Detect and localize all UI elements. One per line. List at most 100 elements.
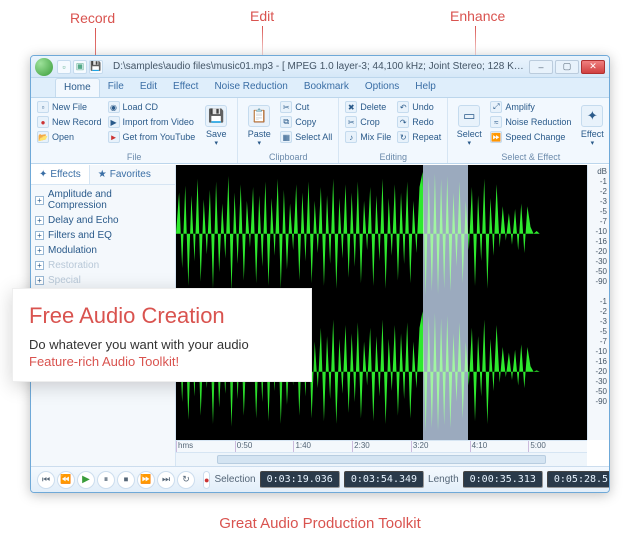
- folder-icon: 📂: [37, 131, 49, 143]
- expand-icon[interactable]: +: [35, 246, 44, 255]
- selection-label: Selection: [214, 474, 255, 485]
- paste-button[interactable]: 📋Paste▾: [242, 100, 276, 152]
- qat-save-icon[interactable]: 💾: [89, 60, 103, 74]
- expand-icon[interactable]: +: [35, 216, 44, 225]
- sidebar-tab-effects[interactable]: ✦Effects: [31, 165, 90, 184]
- delete-icon: ✖: [345, 101, 357, 113]
- copy-button[interactable]: ⧉Copy: [278, 115, 334, 129]
- tab-effect[interactable]: Effect: [165, 78, 206, 97]
- maximize-button[interactable]: ▢: [555, 60, 579, 74]
- status-bar: ⏮ ⏪ ▶ ⏸ ⏹ ⏩ ⏭ ↻ ● Selection 0:03:19.036 …: [31, 466, 609, 492]
- titlebar: ▫ ▣ 💾 D:\samples\audio files\music01.mp3…: [31, 56, 609, 78]
- tab-noise-reduction[interactable]: Noise Reduction: [206, 78, 295, 97]
- tree-item[interactable]: +Amplitude and Compression: [31, 187, 175, 213]
- forward-button[interactable]: ⏩: [137, 471, 155, 489]
- tab-bookmark[interactable]: Bookmark: [296, 78, 357, 97]
- scrollbar-thumb[interactable]: [217, 455, 546, 464]
- expand-icon[interactable]: +: [35, 276, 44, 285]
- minimize-button[interactable]: –: [529, 60, 553, 74]
- new-file-button[interactable]: ▫New File: [35, 100, 104, 114]
- tab-home[interactable]: Home: [55, 78, 100, 97]
- cut-button[interactable]: ✂Cut: [278, 100, 334, 114]
- amplify-icon: ⤢: [490, 101, 502, 113]
- selection-start: 0:03:19.036: [260, 471, 340, 488]
- qat-new-icon[interactable]: ▫: [57, 60, 71, 74]
- amplify-button[interactable]: ⤢Amplify: [488, 100, 573, 114]
- ribbon-tabs: Home File Edit Effect Noise Reduction Bo…: [31, 78, 609, 98]
- open-button[interactable]: 📂Open: [35, 130, 104, 144]
- effect-icon: ✦: [581, 105, 603, 127]
- app-orb-icon[interactable]: [35, 58, 53, 76]
- speed-change-button[interactable]: ⏩Speed Change: [488, 130, 573, 144]
- redo-button[interactable]: ↷Redo: [395, 115, 443, 129]
- select-icon: ▭: [458, 105, 480, 127]
- mix-file-button[interactable]: ♪Mix File: [343, 130, 393, 144]
- select-all-button[interactable]: ▦Select All: [278, 130, 334, 144]
- qat-open-icon[interactable]: ▣: [73, 60, 87, 74]
- effect-button[interactable]: ✦Effect▾: [575, 100, 609, 152]
- callout-line2: Feature-rich Audio Toolkit!: [29, 354, 295, 369]
- cut-icon: ✂: [280, 101, 292, 113]
- stop-button[interactable]: ⏹: [117, 471, 135, 489]
- speed-icon: ⏩: [490, 131, 502, 143]
- new-record-button[interactable]: ●New Record: [35, 115, 104, 129]
- ribbon: ▫New File ●New Record 📂Open ◉Load CD ▶Im…: [31, 98, 609, 164]
- ribbon-group-clipboard: 📋Paste▾ ✂Cut ⧉Copy ▦Select All Clipboard: [238, 98, 339, 163]
- tree-item[interactable]: +Delay and Echo: [31, 213, 175, 228]
- load-cd-button[interactable]: ◉Load CD: [106, 100, 198, 114]
- tree-item[interactable]: +Filters and EQ: [31, 228, 175, 243]
- anno-edit: Edit: [250, 8, 274, 24]
- callout-title: Free Audio Creation: [29, 303, 295, 329]
- tab-file[interactable]: File: [100, 78, 132, 97]
- noise-icon: ≈: [490, 116, 502, 128]
- file-icon: ▫: [37, 101, 49, 113]
- noise-reduction-button[interactable]: ≈Noise Reduction: [488, 115, 573, 129]
- length-value-1: 0:00:35.313: [463, 471, 543, 488]
- promo-callout: Free Audio Creation Do whatever you want…: [12, 288, 312, 382]
- loop-button[interactable]: ↻: [177, 471, 195, 489]
- save-icon: 💾: [205, 105, 227, 127]
- time-ruler[interactable]: hms0:501:402:303:204:105:00: [176, 440, 587, 452]
- goto-end-button[interactable]: ⏭: [157, 471, 175, 489]
- play-button[interactable]: ▶: [77, 471, 95, 489]
- tree-item[interactable]: +Restoration: [31, 258, 175, 273]
- video-icon: ▶: [108, 116, 120, 128]
- quick-access-toolbar: ▫ ▣ 💾: [57, 60, 103, 74]
- ribbon-group-editing: ✖Delete ✂Crop ♪Mix File ↶Undo ↷Redo ↻Rep…: [339, 98, 448, 163]
- external-annotations: Record Edit Enhance: [0, 0, 640, 55]
- repeat-button[interactable]: ↻Repeat: [395, 130, 443, 144]
- undo-button[interactable]: ↶Undo: [395, 100, 443, 114]
- close-button[interactable]: ✕: [581, 60, 605, 74]
- goto-start-button[interactable]: ⏮: [37, 471, 55, 489]
- expand-icon[interactable]: +: [35, 231, 44, 240]
- record-button[interactable]: ●: [203, 471, 210, 489]
- delete-button[interactable]: ✖Delete: [343, 100, 393, 114]
- tree-item[interactable]: +Modulation: [31, 243, 175, 258]
- tree-item[interactable]: +Special: [31, 273, 175, 288]
- expand-icon[interactable]: +: [35, 196, 44, 205]
- app-window: ▫ ▣ 💾 D:\samples\audio files\music01.mp3…: [30, 55, 610, 493]
- transport-controls: ⏮ ⏪ ▶ ⏸ ⏹ ⏩ ⏭ ↻: [37, 471, 195, 489]
- star-icon: ★: [98, 169, 107, 180]
- pause-button[interactable]: ⏸: [97, 471, 115, 489]
- save-button[interactable]: 💾Save▾: [199, 100, 233, 152]
- callout-line1: Do whatever you want with your audio: [29, 337, 295, 352]
- tab-help[interactable]: Help: [407, 78, 444, 97]
- expand-icon[interactable]: +: [35, 261, 44, 270]
- repeat-icon: ↻: [397, 131, 409, 143]
- ribbon-group-file: ▫New File ●New Record 📂Open ◉Load CD ▶Im…: [31, 98, 238, 163]
- tab-edit[interactable]: Edit: [132, 78, 165, 97]
- ribbon-group-select-effect: ▭Select▾ ⤢Amplify ≈Noise Reduction ⏩Spee…: [448, 98, 610, 163]
- get-youtube-button[interactable]: ►Get from YouTube: [106, 130, 198, 144]
- footer-caption: Great Audio Production Toolkit: [0, 515, 640, 532]
- tab-options[interactable]: Options: [357, 78, 407, 97]
- horizontal-scrollbar[interactable]: [176, 452, 587, 466]
- import-video-button[interactable]: ▶Import from Video: [106, 115, 198, 129]
- crop-button[interactable]: ✂Crop: [343, 115, 393, 129]
- effects-icon: ✦: [39, 169, 47, 180]
- anno-record: Record: [70, 10, 115, 26]
- sidebar-tab-favorites[interactable]: ★Favorites: [90, 165, 159, 184]
- select-button[interactable]: ▭Select▾: [452, 100, 486, 152]
- paste-icon: 📋: [248, 105, 270, 127]
- rewind-button[interactable]: ⏪: [57, 471, 75, 489]
